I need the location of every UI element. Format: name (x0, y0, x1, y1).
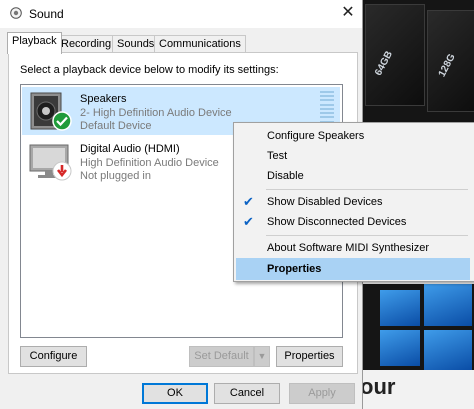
window-title: Sound (29, 7, 64, 21)
set-default-dropdown[interactable]: ▼ (254, 346, 270, 367)
device-driver: 2- High Definition Audio Device (80, 107, 232, 119)
close-button[interactable]: ✕ (336, 2, 360, 24)
background-heading: our (360, 374, 396, 399)
sound-app-icon (10, 7, 22, 19)
menu-item-test[interactable]: Test (236, 145, 470, 167)
device-driver: High Definition Audio Device (80, 157, 219, 169)
unplugged-arrow-icon (52, 161, 72, 181)
default-check-icon (52, 111, 72, 131)
menu-item-show-disconnected-devices[interactable]: ✔ Show Disconnected Devices (236, 211, 470, 233)
configure-button[interactable]: Configure (20, 346, 87, 367)
context-menu: Configure Speakers Test Disable ✔ Show Di… (233, 122, 474, 282)
cancel-button[interactable]: Cancel (214, 383, 280, 404)
device-name: Digital Audio (HDMI) (80, 143, 180, 155)
properties-button[interactable]: Properties (276, 346, 343, 367)
tab-recording[interactable]: Recording (56, 35, 117, 53)
sd-card-image (365, 4, 425, 106)
windows-logo-tile (380, 290, 420, 326)
menu-item-about-midi[interactable]: About Software MIDI Synthesizer (236, 237, 470, 259)
menu-separator (266, 235, 468, 236)
device-name: Speakers (80, 93, 127, 105)
device-status: Default Device (80, 120, 152, 132)
windows-logo-tile (424, 284, 472, 326)
tab-sounds[interactable]: Sounds (112, 35, 160, 53)
menu-item-show-disabled-devices[interactable]: ✔ Show Disabled Devices (236, 191, 470, 213)
set-default-button[interactable]: Set Default (189, 346, 254, 367)
instruction-text: Select a playback device below to modify… (20, 64, 279, 76)
menu-item-configure-speakers[interactable]: Configure Speakers (236, 125, 470, 147)
windows-logo-tile (380, 330, 420, 366)
tab-communications[interactable]: Communications (154, 35, 246, 53)
windows-logo-tile (424, 330, 472, 370)
ok-button[interactable]: OK (142, 383, 208, 404)
tab-playback[interactable]: Playback (7, 32, 62, 54)
checkmark-icon: ✔ (243, 214, 254, 229)
menu-item-properties[interactable]: Properties (236, 258, 470, 280)
title-bar[interactable]: Sound ✕ (0, 0, 362, 28)
menu-separator (266, 189, 468, 190)
device-status: Not plugged in (80, 170, 151, 182)
checkmark-icon: ✔ (243, 194, 254, 209)
apply-button[interactable]: Apply (289, 383, 355, 404)
menu-item-disable[interactable]: Disable (236, 165, 470, 187)
